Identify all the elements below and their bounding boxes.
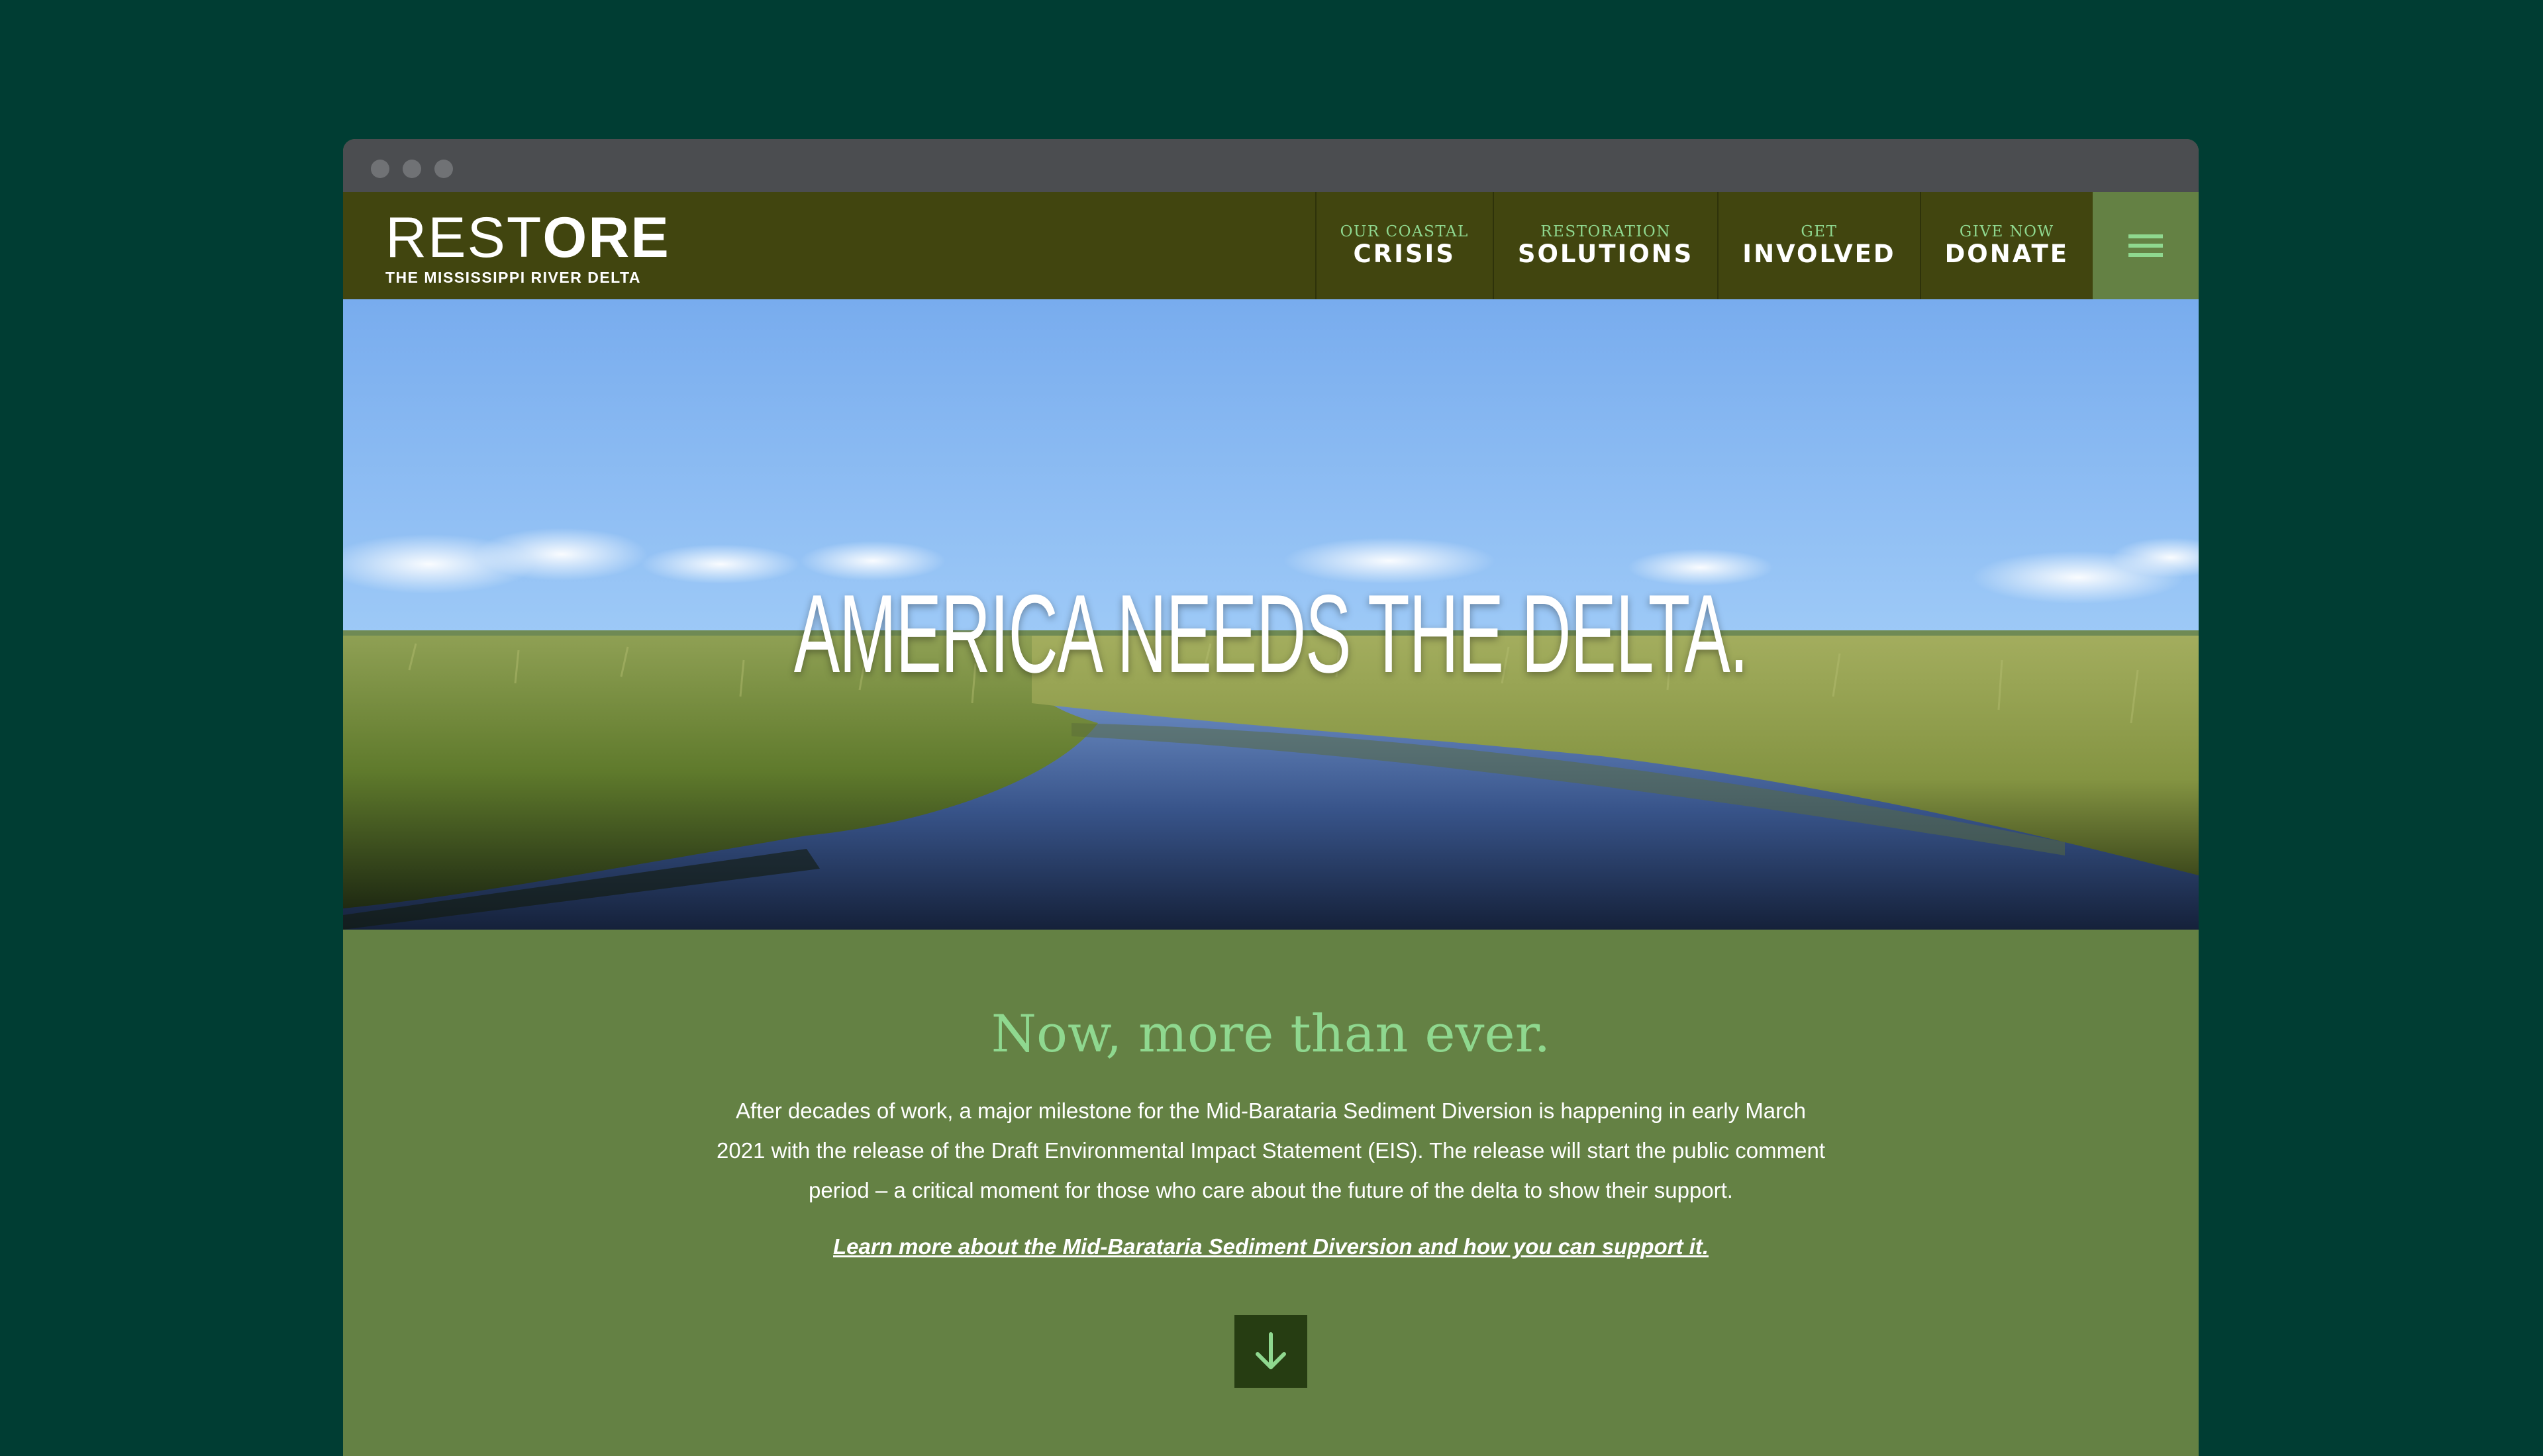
hero-title: AMERICA NEEDS THE DELTA. (793, 571, 1749, 696)
nav-item-label: CRISIS (1353, 240, 1456, 268)
window-close-dot[interactable] (371, 160, 389, 178)
logo-word-bold: ORE (542, 206, 670, 269)
hero-banner: AMERICA NEEDS THE DELTA. (343, 299, 2199, 930)
logo-wordmark: RESTORE (385, 209, 670, 266)
restore-logo[interactable]: RESTORE THE MISSISSIPPI RIVER DELTA (385, 209, 670, 287)
main-nav: OUR COASTAL CRISIS RESTORATION SOLUTIONS… (1315, 192, 2199, 299)
intro-section: Now, more than ever. After decades of wo… (343, 930, 2199, 1388)
nav-item-kicker: RESTORATION (1540, 223, 1671, 240)
window-minimize-dot[interactable] (403, 160, 421, 178)
intro-body: After decades of work, a major milestone… (716, 1098, 1825, 1202)
nav-item-solutions[interactable]: RESTORATION SOLUTIONS (1492, 192, 1717, 299)
nav-item-kicker: GIVE NOW (1959, 223, 2054, 240)
nav-item-label: INVOLVED (1742, 240, 1896, 268)
nav-item-donate[interactable]: GIVE NOW DONATE (1919, 192, 2093, 299)
intro-heading: Now, more than ever. (991, 1004, 1551, 1064)
nav-item-kicker: OUR COASTAL (1340, 223, 1469, 240)
nav-item-label: DONATE (1944, 240, 2069, 268)
arrow-down-icon (1256, 1332, 1286, 1369)
learn-more-link[interactable]: Learn more about the Mid-Barataria Sedim… (833, 1234, 1709, 1259)
browser-window: RESTORE THE MISSISSIPPI RIVER DELTA OUR … (343, 139, 2199, 1456)
nav-item-kicker: GET (1801, 223, 1838, 240)
menu-button[interactable] (2093, 192, 2199, 299)
logo-word-light: REST (385, 206, 543, 269)
nav-item-label: SOLUTIONS (1517, 240, 1694, 268)
hamburger-icon (2128, 234, 2163, 257)
nav-item-involved[interactable]: GET INVOLVED (1717, 192, 1919, 299)
window-maximize-dot[interactable] (434, 160, 453, 178)
browser-chrome (343, 139, 2199, 192)
logo-tagline: THE MISSISSIPPI RIVER DELTA (385, 269, 641, 286)
scroll-down-button[interactable] (1234, 1315, 1307, 1388)
site-header: RESTORE THE MISSISSIPPI RIVER DELTA OUR … (343, 192, 2199, 299)
nav-item-crisis[interactable]: OUR COASTAL CRISIS (1315, 192, 1493, 299)
